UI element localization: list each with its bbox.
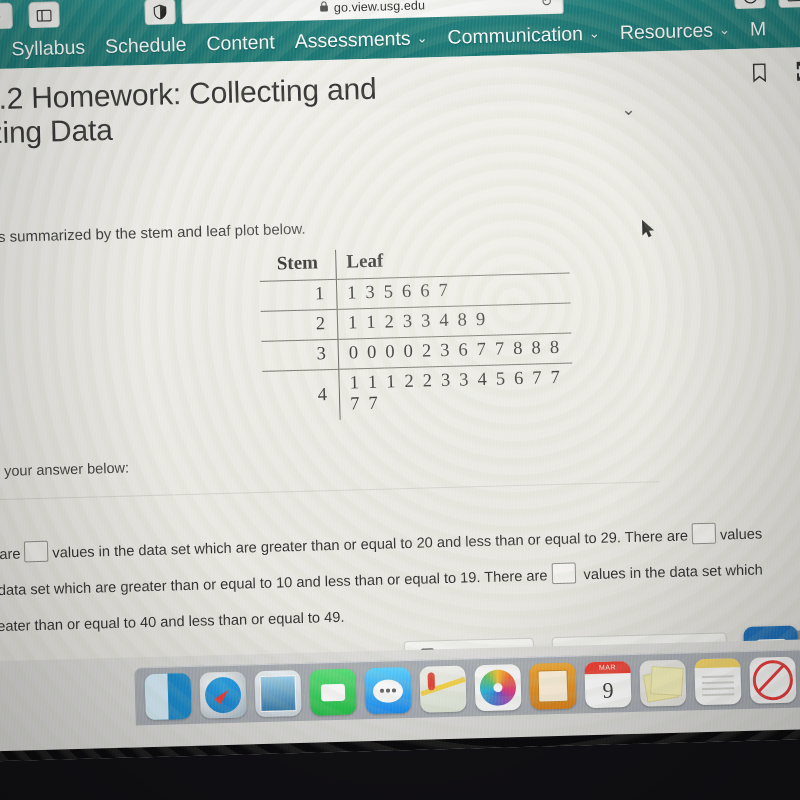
- dock-item-safari[interactable]: [199, 671, 247, 719]
- stem-leaf-table: Stem Leaf 1 1 3 5 6 6 7 2 1 1 2 3 3 4 8 …: [259, 244, 574, 422]
- dock-item-notes[interactable]: [694, 658, 742, 706]
- dock-item-finder[interactable]: [144, 672, 192, 721]
- nav-item-assessments[interactable]: Assessments ⌄: [284, 27, 437, 54]
- table-row: 4 1 1 1 2 2 3 3 4 5 6 7 7 7 7: [262, 363, 574, 422]
- calendar-day: 9: [602, 677, 614, 703]
- url-text: go.view.usg.edu: [333, 0, 426, 15]
- section-divider: [0, 481, 660, 501]
- stem-and-leaf-plot: Stem Leaf 1 1 3 5 6 6 7 2 1 1 2 3 3 4 8 …: [259, 244, 574, 422]
- dock-item-maps[interactable]: [419, 665, 467, 713]
- nav-item-schedule[interactable]: Schedule: [95, 33, 197, 59]
- nav-item-label: Content: [206, 30, 276, 55]
- stem-value: 3: [261, 339, 339, 372]
- chevron-down-icon: ⌄: [416, 30, 428, 46]
- answer-blank-2[interactable]: [691, 522, 717, 545]
- nav-item-label: Resources: [619, 19, 714, 44]
- nav-item-communication[interactable]: Communication ⌄: [437, 22, 610, 50]
- dock-item-photos[interactable]: [474, 664, 522, 712]
- stem-value: 1: [259, 279, 338, 312]
- nav-item-label: Schedule: [104, 33, 187, 58]
- dock-item-calendar[interactable]: MAR 9: [584, 661, 632, 709]
- nav-item-resources[interactable]: Resources ⌄: [610, 18, 741, 45]
- photo-of-laptop-screen: › go.vie: [0, 0, 800, 800]
- answer-text-part-2: values in the data set which are greater…: [52, 529, 664, 562]
- chevron-down-icon: ⌄: [718, 22, 731, 38]
- page-title: on 5.2 Homework: Collecting and ualizing…: [0, 67, 602, 153]
- page-title-line2: ualizing Data: [0, 114, 114, 152]
- nav-item-content[interactable]: Content: [196, 31, 285, 56]
- page-title-line1: on 5.2 Homework: Collecting and: [0, 72, 377, 118]
- title-expand-chevron-icon[interactable]: ⌄: [621, 100, 636, 120]
- dock-item-news[interactable]: [749, 656, 797, 704]
- answer-text-part-3: are: [666, 528, 689, 546]
- lock-icon: [320, 0, 329, 17]
- stem-value: 2: [260, 309, 338, 342]
- page-title-wrap: on 5.2 Homework: Collecting and ualizing…: [0, 65, 660, 152]
- leaf-values: 1 1 1 2 2 3 3 4 5 6 7 7 7 7: [338, 363, 574, 420]
- nav-item-label: Communication: [447, 22, 584, 49]
- nav-item-syllabus[interactable]: Syllabus: [1, 36, 95, 62]
- question-intro-text: of data is summarized by the stem and le…: [0, 220, 306, 248]
- nav-item-label: Syllabus: [11, 36, 86, 61]
- dock-item-stickies[interactable]: [639, 659, 687, 707]
- bookmark-icon[interactable]: [752, 62, 767, 87]
- dock-item-preview[interactable]: [254, 669, 302, 718]
- nav-item-label: Assessments: [294, 27, 411, 53]
- reload-icon[interactable]: ↻: [540, 0, 552, 10]
- forward-icon[interactable]: ›: [0, 2, 13, 31]
- shield-icon[interactable]: [144, 0, 176, 26]
- sidebar-icon[interactable]: [28, 1, 60, 30]
- assignment-panel: on 5.2 Homework: Collecting and ualizing…: [0, 46, 800, 730]
- answer-text-part-1: There are: [0, 546, 21, 565]
- chevron-down-icon: ⌄: [588, 25, 601, 41]
- answer-sentence: There are values in the data set which ar…: [0, 516, 779, 646]
- nav-item-more[interactable]: M: [740, 17, 777, 41]
- dock-item-facetime[interactable]: [309, 668, 357, 716]
- dock-item-messages[interactable]: [364, 666, 412, 715]
- provide-answer-label: Provide your answer below:: [0, 460, 130, 482]
- answer-blank-1[interactable]: [24, 540, 49, 563]
- stem-value: 4: [262, 369, 341, 422]
- laptop-screen: › go.vie: [0, 0, 800, 762]
- column-header-stem: Stem: [259, 249, 337, 282]
- dock-item-books[interactable]: [529, 662, 577, 710]
- answer-blank-3[interactable]: [551, 562, 576, 585]
- assignment-toolbar: [752, 61, 800, 88]
- nav-item-label: M: [749, 17, 767, 41]
